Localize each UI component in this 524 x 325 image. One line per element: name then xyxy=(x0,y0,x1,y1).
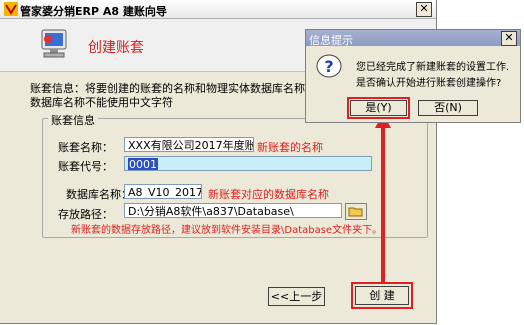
dialog-message-line-1: 您已经完成了新建账套的设置工作. xyxy=(356,62,510,73)
svg-text:?: ? xyxy=(324,57,333,76)
dialog-close-button[interactable]: ✕ xyxy=(501,31,517,46)
yes-button[interactable]: 是(Y) xyxy=(350,100,407,116)
no-button[interactable]: 否(N) xyxy=(418,100,478,116)
dialog-titlebar: 信息提示 ✕ xyxy=(306,30,520,47)
dialog-title: 信息提示 xyxy=(309,34,353,47)
confirm-dialog: 信息提示 ✕ ? 您已经完成了新建账套的设置工作. 是否确认开始进行账套创建操作… xyxy=(305,29,521,123)
dialog-message-line-2: 是否确认开始进行账套创建操作? xyxy=(356,78,502,89)
question-icon: ? xyxy=(316,54,342,78)
